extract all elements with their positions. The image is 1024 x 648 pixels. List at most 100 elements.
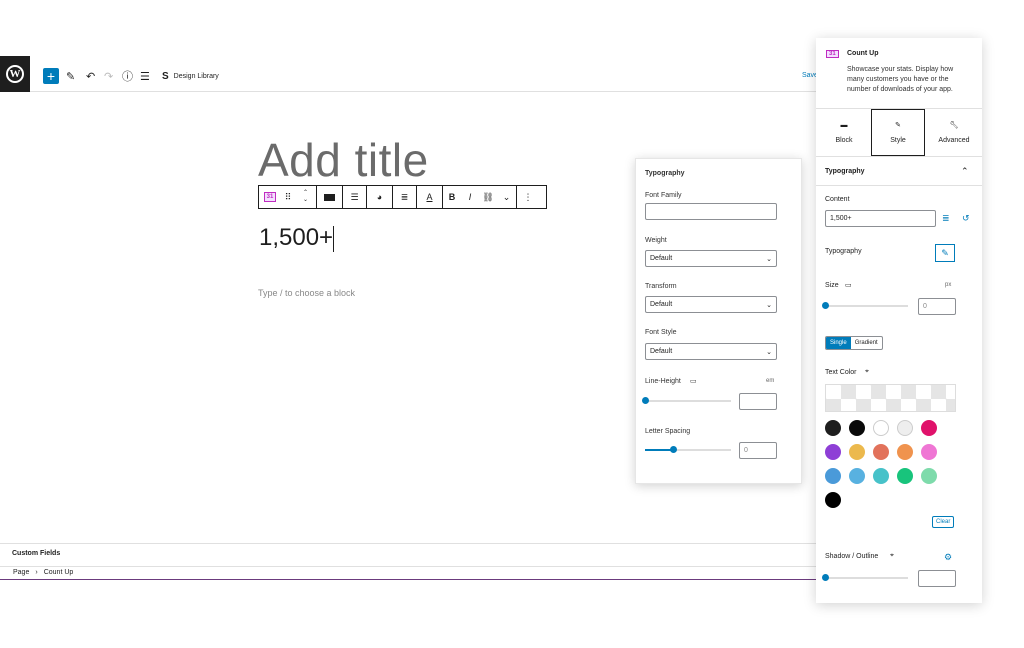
color-swatch[interactable] <box>921 444 937 460</box>
reset-icon[interactable]: ↺ <box>962 213 970 224</box>
letter-spacing-slider-thumb[interactable] <box>670 446 678 453</box>
edit-mode-icon[interactable]: ✎ <box>66 68 75 84</box>
typography-popover: Typography Font Family Weight Default ⌄ T… <box>635 158 802 484</box>
edit-typography-button[interactable]: ✎ <box>935 244 955 262</box>
drag-handle-icon[interactable]: ⠿ <box>281 186 295 208</box>
text-align-icon[interactable]: ☰ <box>343 186 367 208</box>
post-title-placeholder[interactable]: Add title <box>258 133 429 187</box>
chevron-down-icon: ⌄ <box>766 255 772 263</box>
color-swatch[interactable] <box>873 468 889 484</box>
weight-select[interactable]: Default ⌄ <box>645 250 777 267</box>
more-formatting-chevron-icon[interactable]: ⌄ <box>497 186 517 208</box>
color-swatch[interactable] <box>897 468 913 484</box>
tab-block[interactable]: ▬ Block <box>817 109 871 156</box>
design-library-label: Design Library <box>173 72 219 80</box>
global-color-icon[interactable]: ⌖ <box>890 552 894 560</box>
line-height-unit[interactable]: em <box>766 378 774 384</box>
color-swatch[interactable] <box>849 444 865 460</box>
color-swatch[interactable] <box>921 420 937 436</box>
undo-icon[interactable]: ↶ <box>86 68 95 84</box>
color-swatch[interactable] <box>825 420 841 436</box>
font-style-select[interactable]: Default ⌄ <box>645 343 777 360</box>
content-input[interactable]: 1,500+ <box>825 210 936 227</box>
current-color-preview[interactable] <box>825 384 956 412</box>
panel-divider <box>816 185 982 186</box>
color-palette-icon[interactable]: ◕ <box>367 186 393 208</box>
color-swatch[interactable] <box>849 420 865 436</box>
letter-spacing-label: Letter Spacing <box>645 428 691 435</box>
wordpress-logo-button[interactable]: W <box>0 56 30 92</box>
typography-icon[interactable]: A <box>417 186 443 208</box>
breadcrumb-divider <box>0 566 816 567</box>
desktop-icon[interactable]: ▭ <box>690 377 697 385</box>
single-color-button[interactable]: Single <box>826 337 851 349</box>
shadow-slider-thumb[interactable] <box>822 574 829 581</box>
line-height-input[interactable] <box>739 393 777 410</box>
size-slider-track[interactable] <box>825 305 908 307</box>
gear-icon[interactable]: ⚙︎ <box>944 552 952 563</box>
bold-button[interactable]: B <box>443 186 461 208</box>
block-options-icon[interactable]: ⋮ <box>517 186 539 208</box>
tabs-bottom-divider <box>816 156 982 157</box>
shadow-outline-label: Shadow / Outline <box>825 553 879 560</box>
block-toolbar: 31 ⠿ ⌃ ⌄ ☰ ◕ ≣ A B I ⛓ ⌄ ⋮ <box>258 185 547 209</box>
list-view-icon[interactable]: ☰ <box>140 68 150 84</box>
letter-spacing-slider-fill <box>645 449 674 451</box>
count-up-block-icon: 31 <box>826 50 839 58</box>
shadow-input[interactable] <box>918 570 956 587</box>
global-color-icon[interactable]: ⌖ <box>865 368 869 376</box>
color-swatch[interactable] <box>825 492 841 508</box>
chevron-right-icon: › <box>35 569 38 576</box>
tab-style[interactable]: ✎ Style <box>871 109 925 156</box>
wordpress-icon: W <box>6 65 24 83</box>
letter-spacing-input[interactable]: 0 <box>739 442 777 459</box>
align-block-icon[interactable] <box>317 186 343 208</box>
line-height-slider-thumb[interactable] <box>642 397 649 404</box>
chevron-down-icon: ⌄ <box>766 348 772 356</box>
info-icon[interactable]: ⓘ <box>122 68 133 84</box>
chevron-down-icon: ⌄ <box>766 301 772 309</box>
color-type-toggle: Single Gradient <box>825 336 883 350</box>
color-swatch[interactable] <box>849 468 865 484</box>
size-slider-thumb[interactable] <box>822 302 829 309</box>
color-swatch[interactable] <box>873 420 889 436</box>
italic-button[interactable]: I <box>461 186 479 208</box>
transform-label: Transform <box>645 283 677 290</box>
move-up-down-icon[interactable]: ⌃ ⌄ <box>295 186 317 208</box>
color-swatch[interactable] <box>921 468 937 484</box>
desktop-icon[interactable]: ▭ <box>845 281 852 289</box>
gradient-color-button[interactable]: Gradient <box>851 337 882 349</box>
custom-fields-toggle[interactable]: Custom Fields <box>12 550 60 557</box>
color-swatch[interactable] <box>897 444 913 460</box>
block-type-icon[interactable]: 31 <box>259 186 281 208</box>
chevron-up-icon[interactable]: ⌃ <box>961 166 969 177</box>
dynamic-content-icon[interactable]: ≣ <box>942 213 950 224</box>
block-appender-hint[interactable]: Type / to choose a block <box>258 288 355 298</box>
clear-color-button[interactable]: Clear <box>932 516 955 528</box>
font-family-label: Font Family <box>645 192 682 199</box>
shadow-slider-track[interactable] <box>825 577 908 579</box>
size-input[interactable]: 0 <box>918 298 956 315</box>
color-swatch[interactable] <box>873 444 889 460</box>
breadcrumb-item-page[interactable]: Page <box>13 569 29 576</box>
content-label: Content <box>825 196 850 203</box>
breadcrumb-item-count-up[interactable]: Count Up <box>44 569 74 576</box>
size-unit[interactable]: px <box>945 282 951 288</box>
panel-title[interactable]: Typography <box>825 168 865 175</box>
tab-advanced[interactable]: 🔧︎ Advanced <box>927 109 981 156</box>
redo-icon[interactable]: ↷ <box>104 68 113 84</box>
custom-fields-divider <box>0 543 816 544</box>
count-up-text[interactable]: 1,500+ <box>259 224 333 252</box>
dynamic-content-icon[interactable]: ≣ <box>393 186 417 208</box>
link-icon[interactable]: ⛓ <box>479 186 497 208</box>
transform-select[interactable]: Default ⌄ <box>645 296 777 313</box>
weight-label: Weight <box>645 237 667 244</box>
color-swatch[interactable] <box>897 420 913 436</box>
design-library-button[interactable]: S Design Library <box>162 68 219 84</box>
font-family-input[interactable] <box>645 203 777 220</box>
color-swatch[interactable] <box>825 444 841 460</box>
typography-label: Typography <box>825 248 862 255</box>
color-swatch[interactable] <box>825 468 841 484</box>
line-height-slider-track[interactable] <box>645 400 731 402</box>
add-block-button[interactable]: + <box>43 68 59 84</box>
